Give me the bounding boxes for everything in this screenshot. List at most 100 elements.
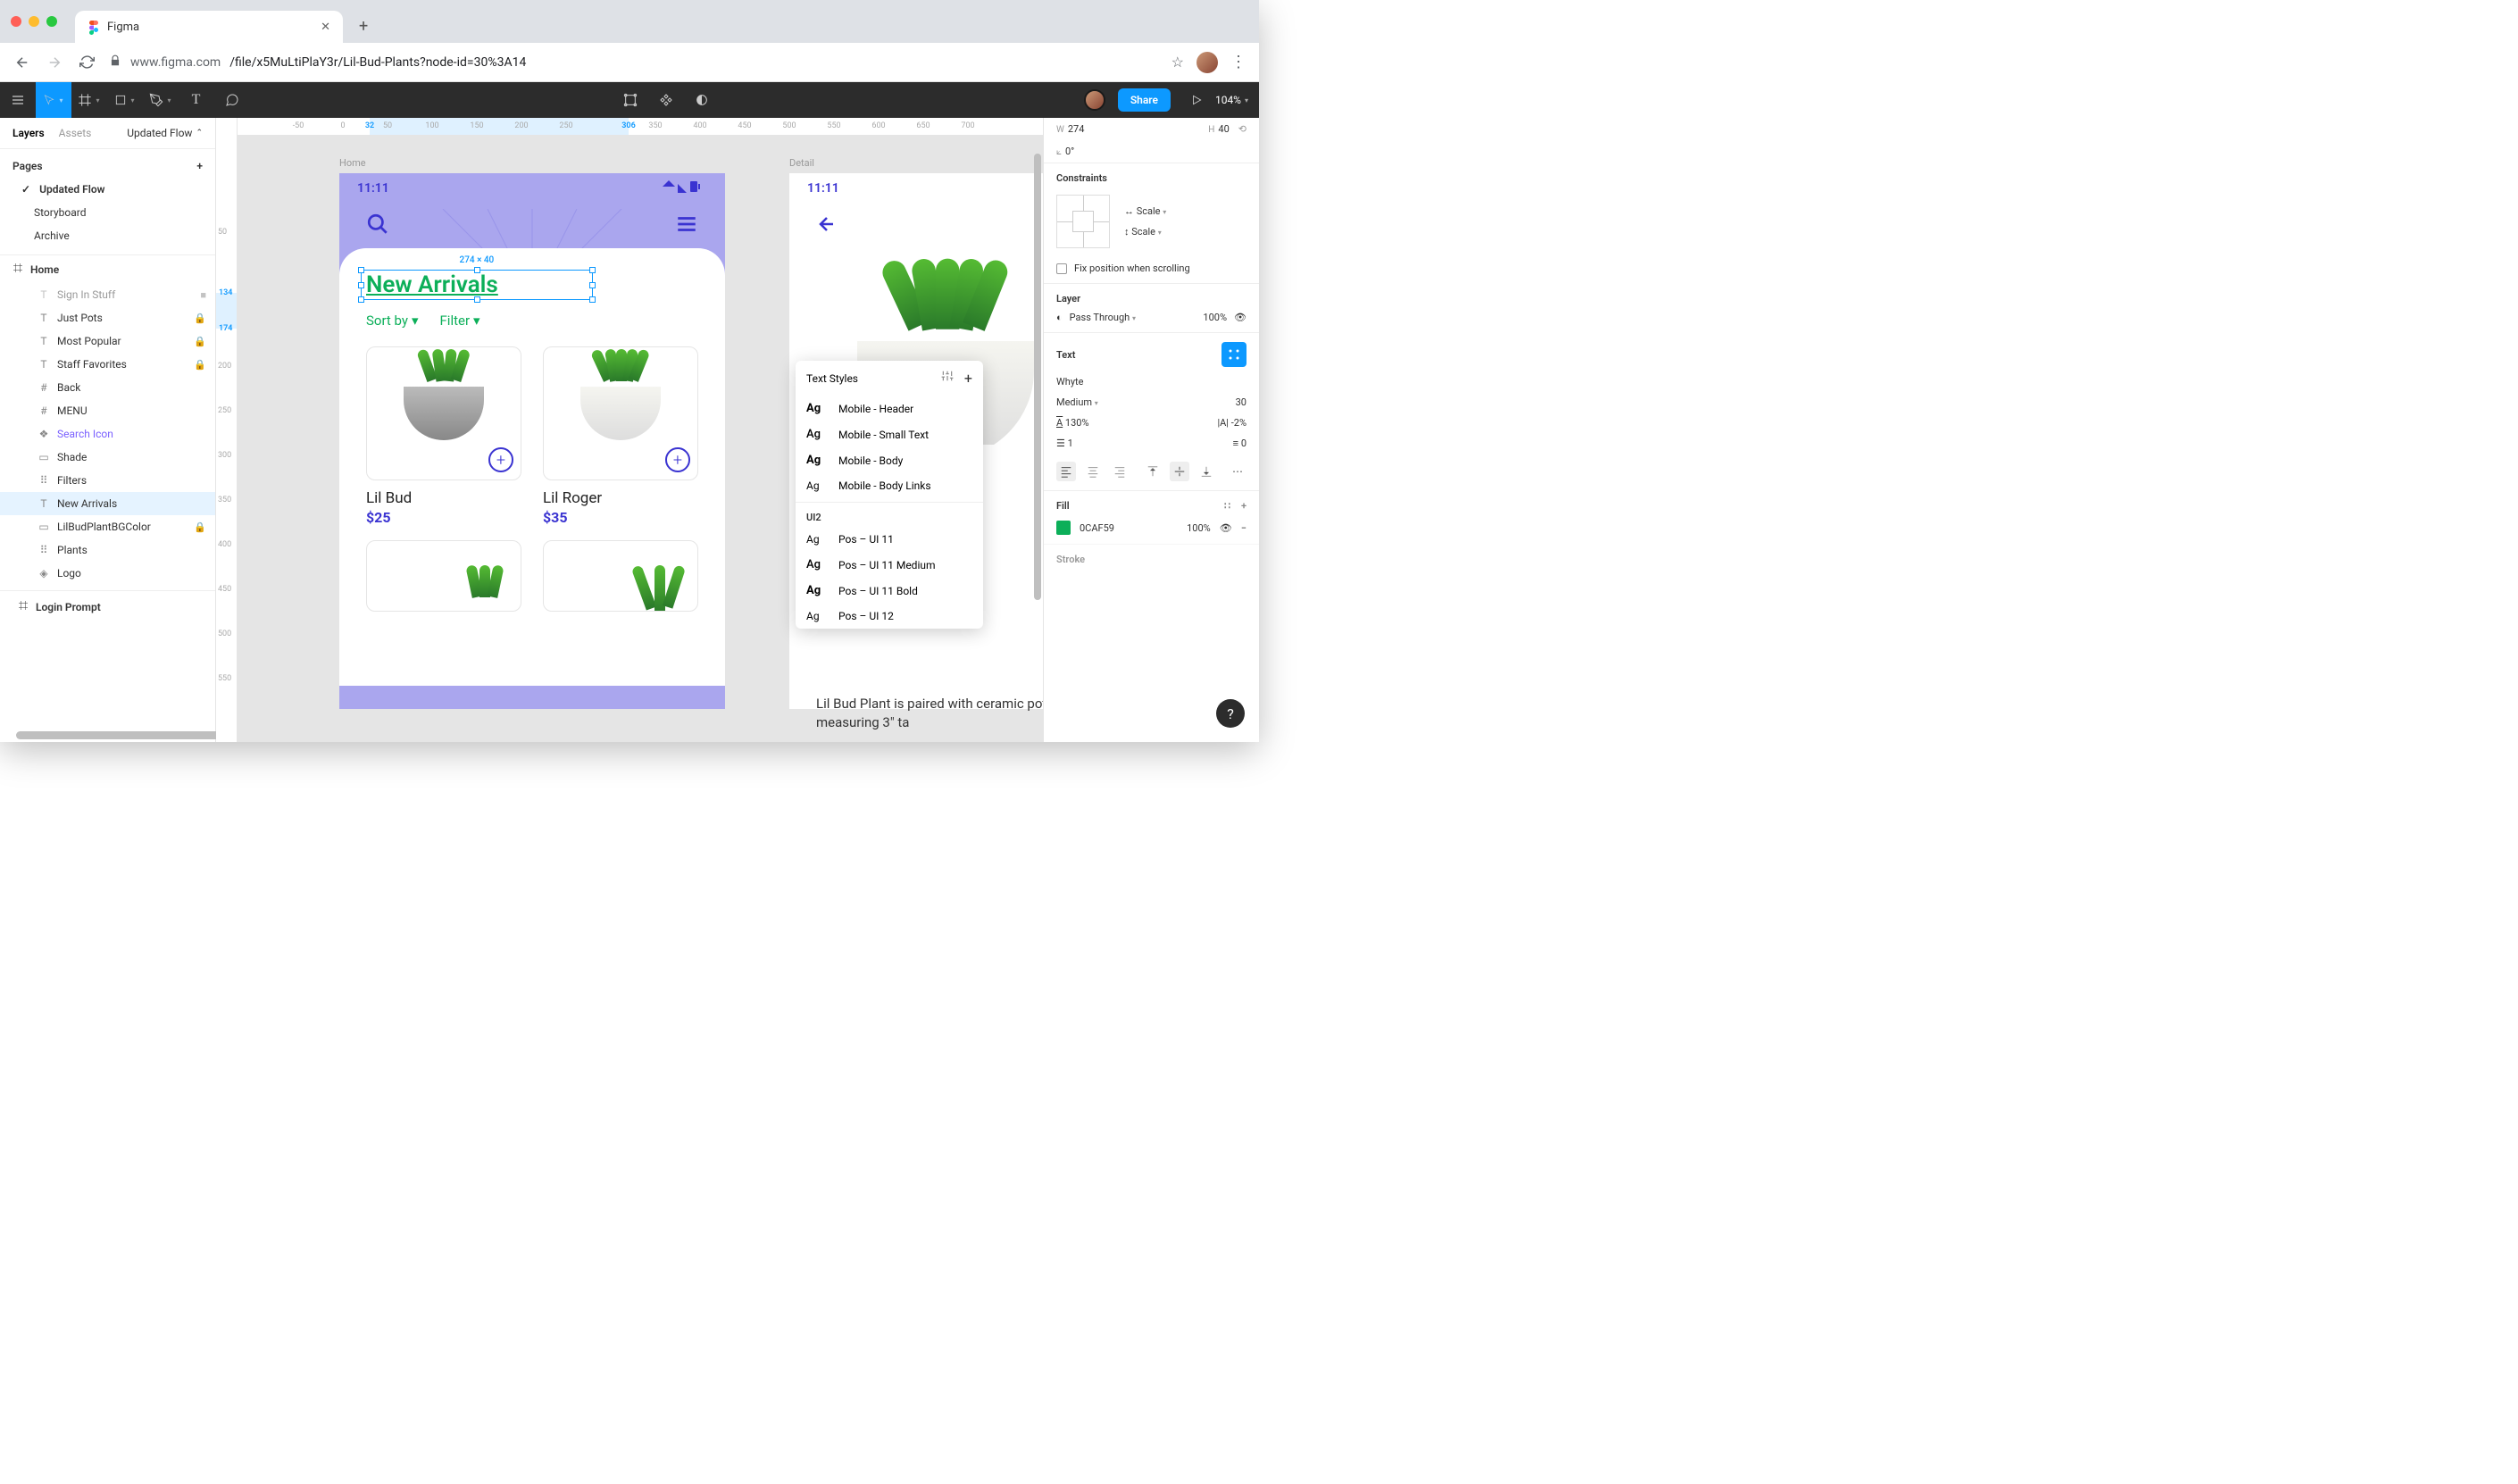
opacity-input[interactable]: 100% (1203, 312, 1227, 323)
fill-visibility-icon[interactable]: 👁 (1220, 522, 1232, 534)
text-style-item[interactable]: AgPos – UI 11 Medium (796, 552, 983, 578)
text-align-left[interactable] (1056, 462, 1076, 481)
layer-frame-header[interactable]: Home (0, 254, 215, 283)
text-align-row: ⋯ (1056, 462, 1246, 481)
layer-row[interactable]: #Back (0, 376, 215, 399)
paragraph-spacing-input[interactable]: ☰ 1 (1056, 438, 1073, 449)
add-style-button[interactable]: + (964, 370, 972, 387)
minimize-window-button[interactable] (29, 16, 39, 27)
edit-object-tool[interactable] (613, 82, 649, 118)
component-tool[interactable] (649, 82, 685, 118)
page-selector[interactable]: Updated Flow ⌃ (127, 127, 203, 139)
font-size-input[interactable]: 30 (1236, 396, 1246, 408)
zoom-control[interactable]: 104%▾ (1215, 94, 1248, 106)
remove-fill-button[interactable]: − (1241, 522, 1246, 534)
layer-row[interactable]: TStaff Favorites🔒 (0, 353, 215, 376)
text-style-item[interactable]: AgMobile - Header (796, 396, 983, 421)
text-style-item[interactable]: AgMobile - Body Links (796, 473, 983, 498)
text-style-item[interactable]: AgPos – UI 11 (796, 527, 983, 552)
constraint-v-select[interactable]: ↕ Scale ▾ (1124, 226, 1166, 238)
canvas[interactable]: Home 11:11 274 × 40 (238, 136, 1043, 742)
layer-row-selected[interactable]: TNew Arrivals (0, 492, 215, 515)
reload-button[interactable] (77, 54, 96, 70)
back-button[interactable] (13, 54, 32, 71)
letter-spacing-input[interactable]: |A| -2% (1217, 417, 1246, 429)
text-align-right[interactable] (1110, 462, 1130, 481)
fill-style-button[interactable]: ∷ (1224, 500, 1230, 512)
mask-tool[interactable] (685, 82, 721, 118)
layer-row[interactable]: ⠿Plants (0, 538, 215, 562)
text-style-item[interactable]: AgMobile - Body (796, 447, 983, 473)
layer-row[interactable]: ▭LilBudPlantBGColor🔒 (0, 515, 215, 538)
font-weight-select[interactable]: Medium ▾ (1056, 396, 1098, 408)
constraints-diagram[interactable] (1056, 195, 1110, 248)
layer-row[interactable]: #MENU (0, 399, 215, 422)
canvas-vertical-scrollbar[interactable] (1032, 154, 1043, 742)
layer-row[interactable]: ◈Logo (0, 562, 215, 585)
browser-menu-button[interactable]: ⋮ (1230, 53, 1246, 71)
text-style-item[interactable]: AgMobile - Small Text (796, 421, 983, 447)
pen-tool[interactable]: ▾ (143, 82, 179, 118)
url-field[interactable]: www.figma.com/file/x5MuLtiPlaY3r/Lil-Bud… (109, 54, 1159, 71)
text-align-middle[interactable] (1170, 462, 1189, 481)
frame-tool[interactable]: ▾ (71, 82, 107, 118)
layer-row[interactable]: ▭Shade (0, 446, 215, 469)
blend-mode-select[interactable]: Pass Through ▾ (1070, 312, 1136, 323)
frame-home[interactable]: Home 11:11 274 × 40 (339, 173, 725, 709)
fill-opacity-input[interactable]: 100% (1187, 522, 1211, 534)
visibility-icon[interactable]: 👁 (1234, 312, 1246, 323)
bookmark-button[interactable]: ☆ (1171, 54, 1184, 71)
width-input[interactable]: W274 (1056, 123, 1084, 135)
text-selection[interactable]: 274 × 40 New Arrivals (366, 271, 588, 298)
fill-swatch[interactable] (1056, 521, 1071, 535)
height-input[interactable]: H40 (1208, 123, 1230, 135)
text-style-item[interactable]: AgPos – UI 11 Bold (796, 578, 983, 604)
add-page-button[interactable]: + (196, 160, 203, 172)
shape-tool[interactable]: ▾ (107, 82, 143, 118)
page-item[interactable]: Storyboard (13, 201, 203, 224)
layer-row[interactable]: TJust Pots🔒 (0, 306, 215, 329)
paragraph-indent-input[interactable]: ≡ 0 (1233, 438, 1246, 449)
text-tool[interactable]: T (179, 82, 214, 118)
lock-aspect-icon[interactable]: ⟲ (1238, 123, 1246, 135)
constraint-h-select[interactable]: ↔ Scale ▾ (1124, 205, 1166, 217)
forward-button[interactable] (45, 54, 64, 71)
user-avatar[interactable] (1084, 89, 1105, 111)
new-tab-button[interactable]: + (350, 10, 377, 43)
tab-layers[interactable]: Layers (13, 127, 45, 139)
share-button[interactable]: Share (1118, 88, 1171, 112)
present-button[interactable] (1180, 82, 1215, 118)
main-menu-button[interactable] (0, 82, 36, 118)
text-align-center[interactable] (1083, 462, 1103, 481)
layer-frame-header[interactable]: Login Prompt (0, 590, 215, 619)
page-item[interactable]: Archive (13, 224, 203, 247)
rotation-input[interactable]: ⟀0° (1056, 146, 1074, 157)
font-family-select[interactable]: Whyte (1056, 376, 1246, 388)
layer-row[interactable]: TSign In Stuff■ (0, 283, 215, 306)
settings-icon[interactable] (941, 370, 954, 387)
close-window-button[interactable] (11, 16, 21, 27)
text-styles-button[interactable] (1221, 342, 1246, 367)
text-style-item[interactable]: AgPos – UI 12 (796, 604, 983, 629)
profile-avatar[interactable] (1196, 52, 1218, 73)
layer-row[interactable]: TMost Popular🔒 (0, 329, 215, 353)
comment-tool[interactable] (214, 82, 250, 118)
fix-scroll-checkbox[interactable] (1056, 263, 1067, 274)
add-fill-button[interactable]: + (1241, 500, 1246, 512)
layer-row[interactable]: ⠿Filters (0, 469, 215, 492)
line-height-input[interactable]: A 130% (1056, 417, 1089, 429)
move-tool[interactable]: ▾ (36, 82, 71, 118)
canvas-area[interactable]: 32 306 -50 0 50 100 150 200 250 350 400 … (238, 118, 1043, 742)
text-align-bottom[interactable] (1196, 462, 1216, 481)
text-more-options[interactable]: ⋯ (1229, 462, 1246, 481)
help-button[interactable]: ? (1216, 699, 1245, 728)
tab-assets[interactable]: Assets (59, 127, 92, 139)
text-align-top[interactable] (1143, 462, 1163, 481)
fill-hex-input[interactable]: 0CAF59 (1080, 522, 1114, 534)
browser-tab[interactable]: Figma ✕ (75, 11, 343, 43)
page-item[interactable]: Updated Flow (13, 178, 203, 201)
close-tab-icon[interactable]: ✕ (321, 21, 330, 34)
layer-row[interactable]: ❖Search Icon (0, 422, 215, 446)
right-panel: W274 H40 ⟲ ⟀0° Constraints ↔ Scale ▾ ↕ S… (1043, 118, 1259, 742)
maximize-window-button[interactable] (46, 16, 57, 27)
